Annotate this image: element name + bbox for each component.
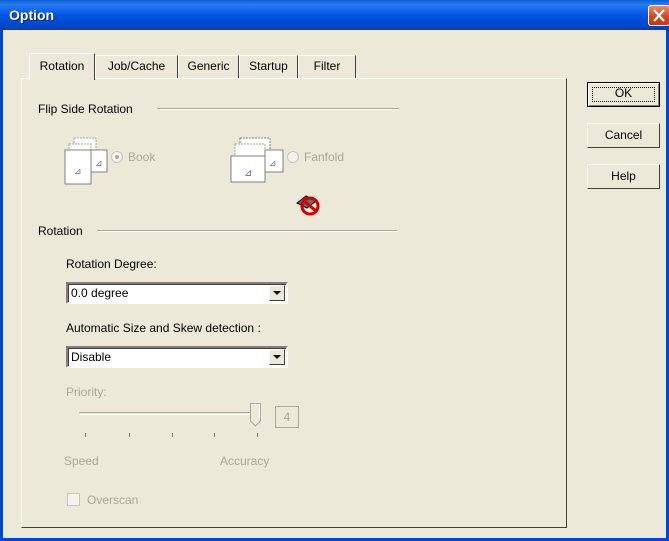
speed-label: Speed xyxy=(64,454,99,468)
overscan-checkbox[interactable] xyxy=(67,493,80,506)
chevron-down-icon[interactable] xyxy=(269,285,285,301)
accuracy-label: Accuracy xyxy=(220,454,270,468)
book-radio-dot xyxy=(115,155,119,159)
svg-text:⊿: ⊿ xyxy=(244,168,252,179)
priority-value-box: 4 xyxy=(275,406,299,428)
rotation-divider xyxy=(97,230,397,232)
priority-label: Priority: xyxy=(66,385,107,399)
not-available-icon xyxy=(296,195,320,216)
slider-tick xyxy=(129,433,130,437)
slider-tick xyxy=(172,433,173,437)
book-radio[interactable] xyxy=(111,151,123,163)
priority-slider-track[interactable] xyxy=(79,412,255,415)
overscan-label: Overscan xyxy=(87,493,139,507)
rotation-degree-select[interactable]: 0.0 degree xyxy=(66,282,288,304)
book-pages-icon: ⊿ ⊿ xyxy=(64,137,108,185)
priority-slider-thumb[interactable] xyxy=(250,403,261,427)
slider-tick xyxy=(85,433,86,437)
svg-text:⊿: ⊿ xyxy=(269,159,277,169)
fanfold-pages-icon: ⊿ ⊿ xyxy=(230,137,284,183)
skew-detection-label: Automatic Size and Skew detection : xyxy=(66,321,261,335)
slider-tick xyxy=(257,433,258,437)
panel-content: Flip Side Rotation ⊿ ⊿ Book ⊿ ⊿ Fanfold xyxy=(0,0,669,541)
slider-tick xyxy=(214,433,215,437)
fanfold-radio[interactable] xyxy=(287,151,299,163)
rotation-degree-label: Rotation Degree: xyxy=(66,257,157,271)
fanfold-radio-label: Fanfold xyxy=(304,150,345,164)
rotation-degree-value: 0.0 degree xyxy=(71,286,129,300)
option-dialog: Option Rotation Job/Cache Generic Startu… xyxy=(0,0,669,541)
svg-text:⊿: ⊿ xyxy=(95,159,103,169)
flip-side-divider xyxy=(157,108,399,110)
skew-detection-select[interactable]: Disable xyxy=(66,346,288,368)
flip-side-rotation-heading: Flip Side Rotation xyxy=(38,102,133,116)
book-radio-label: Book xyxy=(128,150,156,164)
chevron-down-icon[interactable] xyxy=(269,349,285,365)
priority-value: 4 xyxy=(283,410,291,424)
skew-detection-value: Disable xyxy=(71,350,112,364)
svg-text:⊿: ⊿ xyxy=(74,167,82,177)
rotation-heading: Rotation xyxy=(38,224,83,238)
